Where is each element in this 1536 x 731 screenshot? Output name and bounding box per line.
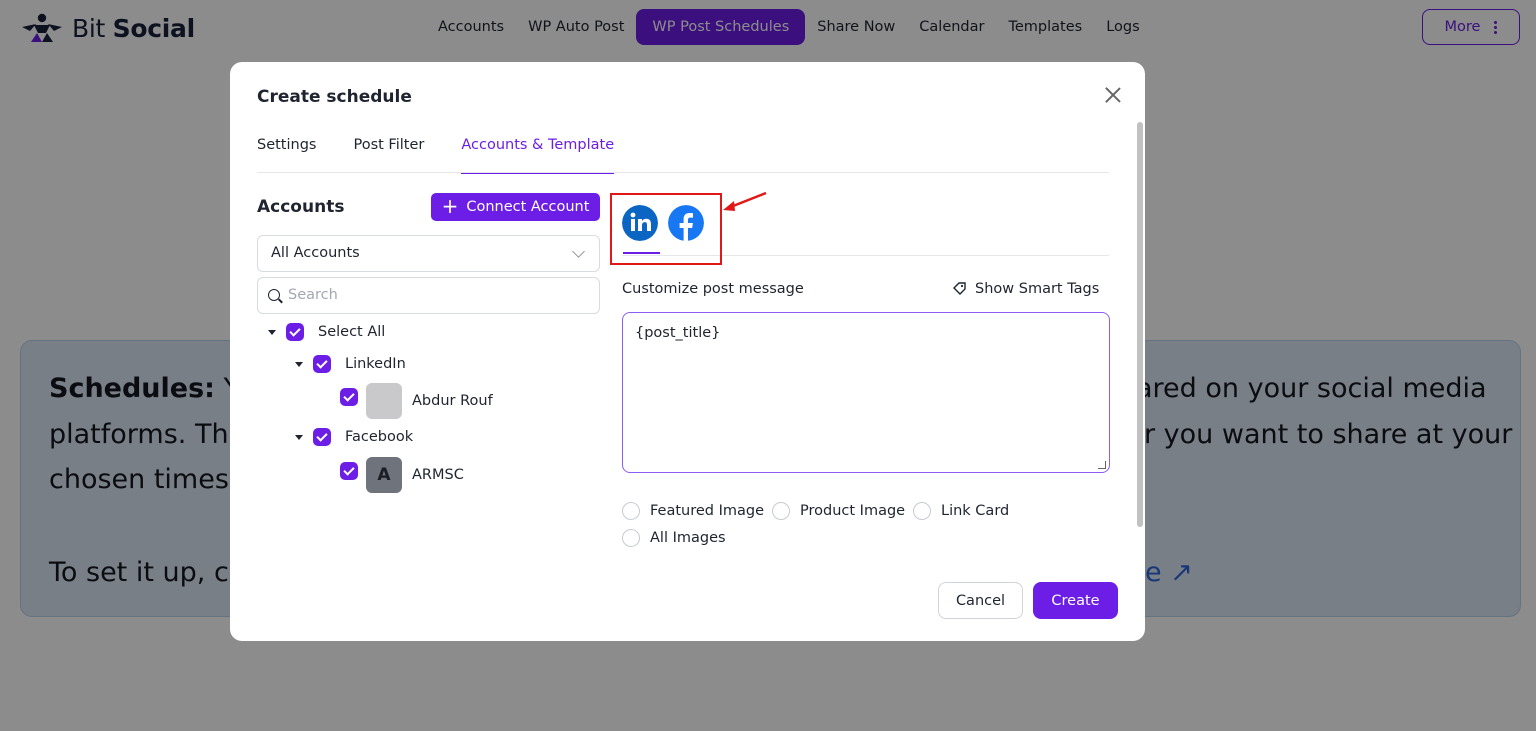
tab-post-filter[interactable]: Post Filter	[353, 137, 442, 173]
connect-account-label: Connect Account	[466, 199, 590, 215]
tab-accounts-template[interactable]: Accounts & Template	[461, 137, 614, 174]
product-image-radio[interactable]	[772, 502, 790, 520]
close-icon[interactable]	[1102, 84, 1124, 106]
avatar	[366, 383, 402, 419]
linkedin-group-label: LinkedIn	[345, 356, 406, 372]
accounts-filter-select[interactable]: All Accounts	[257, 235, 600, 272]
show-smart-tags-label: Show Smart Tags	[975, 281, 1100, 297]
option-label: Product Image	[800, 503, 906, 519]
tab-settings[interactable]: Settings	[257, 137, 334, 173]
option-label: All Images	[650, 530, 726, 546]
search-input[interactable]	[286, 286, 566, 304]
tree-group-linkedin[interactable]: LinkedIn	[295, 355, 406, 373]
avatar: A	[366, 457, 402, 493]
show-smart-tags-button[interactable]: Show Smart Tags	[953, 281, 1099, 297]
tabs-divider	[257, 172, 1109, 173]
armsc-checkbox[interactable]	[340, 462, 358, 480]
accounts-title: Accounts	[257, 197, 345, 217]
annotation-highlight-box	[610, 193, 722, 265]
caret-down-icon[interactable]	[295, 434, 303, 440]
option-all-images[interactable]: All Images	[622, 529, 726, 547]
option-link-card[interactable]: Link Card	[913, 502, 1009, 520]
facebook-group-label: Facebook	[345, 429, 414, 445]
all-images-radio[interactable]	[622, 529, 640, 547]
facebook-group-checkbox[interactable]	[313, 428, 331, 446]
tag-icon	[953, 282, 966, 295]
caret-down-icon[interactable]	[268, 329, 276, 335]
caret-down-icon[interactable]	[295, 361, 303, 367]
account-name: ARMSC	[412, 467, 464, 483]
select-all-checkbox[interactable]	[286, 323, 304, 341]
option-featured-image[interactable]: Featured Image	[622, 502, 764, 520]
accounts-filter-value: All Accounts	[271, 245, 360, 261]
tree-select-all[interactable]: Select All	[268, 323, 385, 341]
modal-scrollbar[interactable]	[1137, 122, 1143, 527]
link-card-radio[interactable]	[913, 502, 931, 520]
customize-message-label: Customize post message	[622, 281, 804, 297]
cancel-button[interactable]: Cancel	[938, 582, 1023, 619]
post-message-value: {post_title}	[635, 325, 721, 341]
tree-account-armsc[interactable]: A ARMSC	[340, 457, 464, 493]
option-product-image[interactable]: Product Image	[772, 502, 905, 520]
modal-tabs: Settings Post Filter Accounts & Template	[257, 137, 633, 174]
select-all-label: Select All	[318, 324, 386, 340]
account-name: Abdur Rouf	[412, 393, 493, 409]
modal-title: Create schedule	[257, 87, 412, 107]
featured-image-radio[interactable]	[622, 502, 640, 520]
tree-group-facebook[interactable]: Facebook	[295, 428, 413, 446]
tree-account-abdur-rouf[interactable]: Abdur Rouf	[340, 383, 493, 419]
search-icon	[268, 289, 280, 301]
option-label: Link Card	[941, 503, 1010, 519]
plus-icon: +	[441, 194, 459, 218]
post-message-textarea[interactable]: {post_title}	[622, 312, 1110, 473]
create-button[interactable]: Create	[1033, 582, 1118, 619]
abdur-rouf-checkbox[interactable]	[340, 388, 358, 406]
option-label: Featured Image	[650, 503, 765, 519]
resize-handle-icon[interactable]	[1098, 461, 1106, 469]
linkedin-group-checkbox[interactable]	[313, 355, 331, 373]
chevron-down-icon	[572, 245, 585, 258]
create-schedule-modal: Create schedule Settings Post Filter Acc…	[230, 62, 1145, 641]
connect-account-button[interactable]: + Connect Account	[431, 193, 600, 221]
account-search	[257, 277, 600, 314]
annotation-arrow-icon	[723, 191, 767, 211]
